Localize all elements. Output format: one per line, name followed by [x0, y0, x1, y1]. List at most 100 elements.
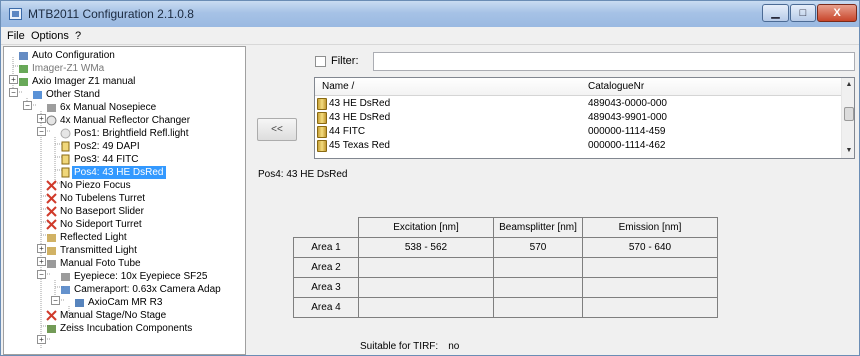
table-row: Area 3: [293, 277, 718, 298]
emission-cell: [582, 277, 718, 298]
incubation-icon: [46, 323, 57, 334]
tirf-label: Suitable for TIRF:: [360, 341, 439, 352]
list-header: Name / CatalogueNr: [315, 78, 841, 96]
list-row[interactable]: 43 HE DsRed 489043-9901-000: [315, 111, 841, 125]
table-header-row: Excitation [nm] Beamsplitter [nm] Emissi…: [293, 217, 718, 238]
filter-checkbox[interactable]: [315, 56, 326, 67]
column-name-header[interactable]: Name /: [322, 81, 354, 92]
beamsplitter-header: Beamsplitter [nm]: [493, 217, 583, 238]
scroll-down-arrow-icon[interactable]: ▼: [842, 144, 854, 158]
position-label: Pos4: 43 HE DsRed: [258, 169, 348, 180]
microscope-icon: [18, 76, 29, 87]
tree-node-label: AxioCam MR R3: [88, 297, 163, 308]
filter-list[interactable]: Name / CatalogueNr 43 HE DsRed 489043-00…: [314, 77, 855, 159]
spectral-table: Excitation [nm] Beamsplitter [nm] Emissi…: [293, 217, 718, 318]
menu-options[interactable]: Options: [31, 30, 69, 42]
eyepiece-icon: [60, 271, 71, 282]
filter-cube-icon: [60, 167, 71, 178]
tree-node-label: Cameraport: 0.63x Camera Adap: [74, 284, 221, 295]
tree-node-label: Pos4: 43 HE DsRed: [72, 166, 166, 179]
collapse-other-stand[interactable]: −: [23, 101, 32, 110]
emission-cell: [582, 257, 718, 278]
minimize-button[interactable]: ▁: [762, 4, 789, 22]
table-row: Area 2: [293, 257, 718, 278]
none-icon: [46, 180, 57, 191]
tree-node-label: 6x Manual Nosepiece: [60, 102, 157, 113]
list-row[interactable]: 43 HE DsRed 489043-0000-000: [315, 97, 841, 111]
scrollbar-thumb[interactable]: [844, 107, 854, 121]
expand-transmitted-light[interactable]: +: [37, 257, 46, 266]
list-row-catalogue: 489043-0000-000: [588, 98, 667, 109]
tree-node-label: No Sideport Turret: [60, 219, 142, 230]
beamsplitter-cell: [493, 277, 583, 298]
list-row[interactable]: 45 Texas Red 000000-1114-462: [315, 139, 841, 153]
excitation-cell: [358, 277, 494, 298]
none-icon: [46, 206, 57, 217]
area-label: Area 1: [293, 237, 359, 258]
title-bar[interactable]: MTB2011 Configuration 2.1.0.8 ▁ □ X: [1, 1, 859, 27]
tree-node-label: Eyepiece: 10x Eyepiece SF25: [74, 271, 208, 282]
tree-node-label: Manual Stage/No Stage: [60, 310, 167, 321]
list-row[interactable]: 44 FITC 000000-1114-459: [315, 125, 841, 139]
cameraport-icon: [60, 284, 71, 295]
column-catalogue-header[interactable]: CatalogueNr: [588, 81, 644, 92]
emission-header: Emission [nm]: [582, 217, 718, 238]
tree-node-label: Transmitted Light: [60, 245, 137, 256]
list-scrollbar[interactable]: ▲ ▼: [841, 78, 854, 158]
collapse-axio-imager[interactable]: −: [9, 88, 18, 97]
tree-node-label: Imager-Z1 WMa: [32, 63, 105, 74]
list-row-catalogue: 000000-1114-459: [588, 126, 666, 137]
expand-imager-z1-wma[interactable]: +: [9, 75, 18, 84]
tree-node-label: Manual Foto Tube: [60, 258, 141, 269]
stage-icon: [46, 310, 57, 321]
tree-node-label: No Baseport Slider: [60, 206, 144, 217]
expand-incubation[interactable]: +: [37, 335, 46, 344]
tirf-value: no: [448, 341, 460, 352]
none-icon: [46, 219, 57, 230]
position-icon: [60, 128, 71, 139]
menu-help[interactable]: ?: [75, 30, 81, 42]
filter-cube-icon: [317, 112, 327, 124]
tree-node-label: No Tubelens Turret: [60, 193, 146, 204]
area-label: Area 4: [293, 297, 359, 318]
filter-cube-icon: [60, 154, 71, 165]
tree-node-label: Auto Configuration: [32, 50, 115, 61]
reflector-changer-icon: [46, 115, 57, 126]
filter-cube-icon: [317, 98, 327, 110]
foto-tube-icon: [46, 258, 57, 269]
area-label: Area 2: [293, 257, 359, 278]
filter-label: Filter:: [331, 55, 359, 67]
list-row-name: 45 Texas Red: [329, 140, 390, 151]
close-button[interactable]: X: [817, 4, 857, 22]
tree-node-label: No Piezo Focus: [60, 180, 131, 191]
assign-back-button[interactable]: <<: [257, 118, 297, 141]
reflected-light-icon: [46, 232, 57, 243]
none-icon: [46, 193, 57, 204]
maximize-button[interactable]: □: [790, 4, 816, 22]
emission-cell: 570 - 640: [582, 237, 718, 258]
list-row-catalogue: 489043-9901-000: [588, 112, 667, 123]
tree-node-label: Zeiss Incubation Components: [60, 323, 193, 334]
expand-nosepiece[interactable]: +: [37, 114, 46, 123]
component-tree[interactable]: + − − + − + + − − + Auto Configuration Im…: [3, 46, 246, 355]
area-label: Area 3: [293, 277, 359, 298]
app-icon: [9, 8, 22, 20]
collapse-reflector-changer[interactable]: −: [37, 127, 46, 136]
filter-input[interactable]: [373, 52, 855, 71]
collapse-cameraport[interactable]: −: [51, 296, 60, 305]
emission-cell: [582, 297, 718, 318]
table-row: Area 4: [293, 297, 718, 318]
tree-node-label: Pos3: 44 FITC: [74, 154, 139, 165]
tree-node-label: Reflected Light: [60, 232, 127, 243]
beamsplitter-cell: [493, 257, 583, 278]
collapse-foto-tube[interactable]: −: [37, 270, 46, 279]
scroll-up-arrow-icon[interactable]: ▲: [842, 78, 854, 92]
list-row-name: 43 HE DsRed: [329, 98, 391, 109]
menu-file[interactable]: File: [7, 30, 25, 42]
menu-bar: File Options ?: [1, 27, 859, 45]
filter-cube-icon: [60, 141, 71, 152]
camera-icon: [74, 297, 85, 308]
expand-reflected-light[interactable]: +: [37, 244, 46, 253]
microscope-icon: [18, 63, 29, 74]
tree-node-label: Pos1: Brightfield Refl.light: [74, 128, 189, 139]
